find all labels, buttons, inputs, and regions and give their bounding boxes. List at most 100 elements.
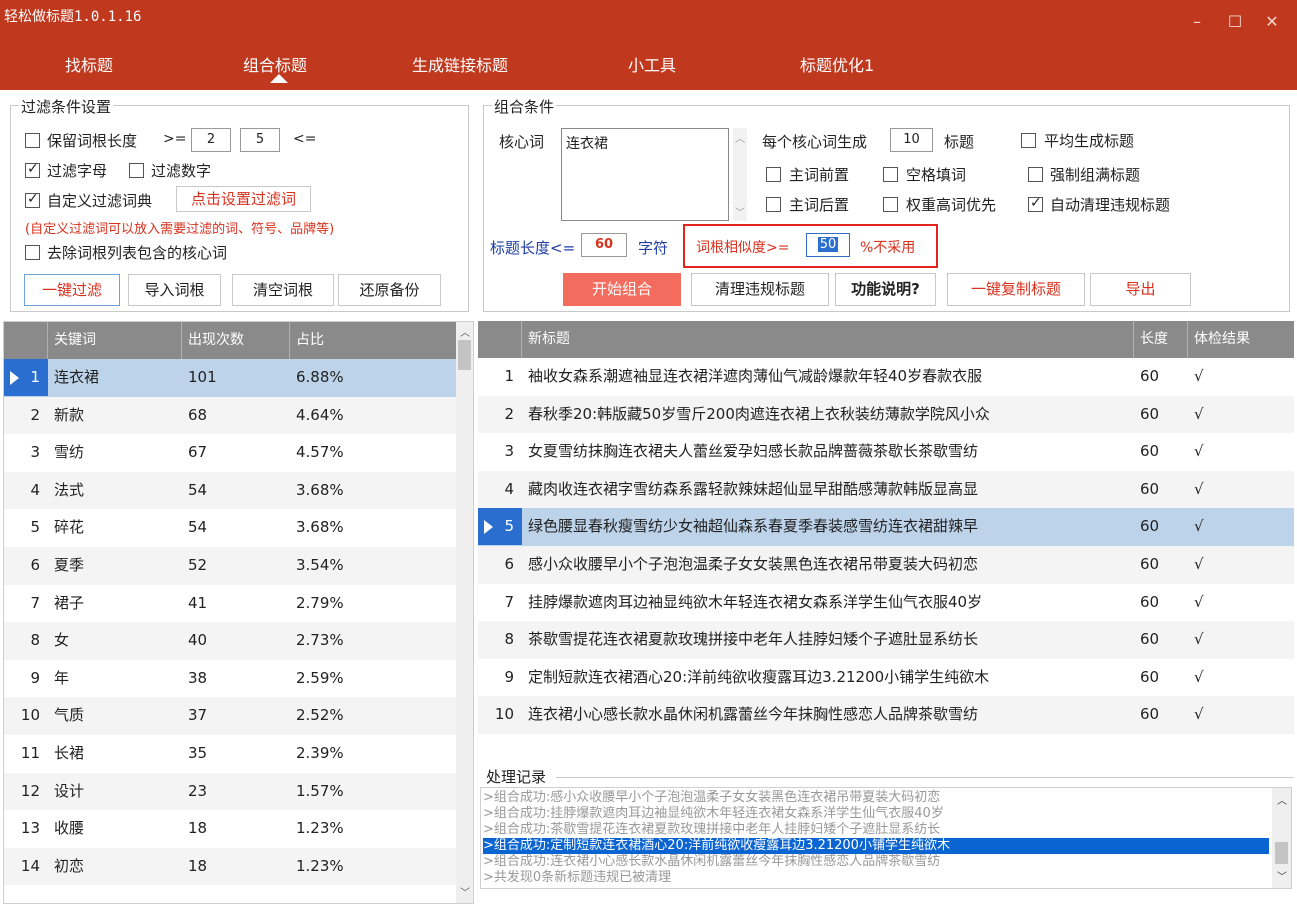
title-cell[interactable]: 挂脖爆款遮肉耳边袖显纯欲木年轻连衣裙女森系洋学生仙气衣服40岁 (522, 584, 1134, 621)
log-scrollbar[interactable]: ︿ ﹀ (1272, 788, 1291, 888)
percent-cell[interactable]: 1.57% (290, 773, 456, 810)
keyword-cell[interactable]: 气质 (48, 697, 182, 734)
tab-link-title[interactable]: 生成链接标题 (412, 52, 508, 76)
similarity-input[interactable]: 50 (806, 233, 850, 257)
check-result-cell[interactable]: √ (1188, 433, 1294, 470)
scroll-up-icon[interactable]: ︿ (460, 324, 470, 339)
scroll-thumb[interactable] (1275, 842, 1288, 864)
row-header[interactable]: 11 (4, 735, 48, 772)
count-cell[interactable]: 18 (182, 810, 290, 847)
table-row[interactable]: 11 长裙 35 2.39% (4, 735, 456, 773)
keep-root-length-checkbox[interactable] (25, 133, 40, 148)
percent-cell[interactable]: 3.54% (290, 547, 456, 584)
check-result-cell[interactable]: √ (1188, 659, 1294, 696)
title-cell[interactable]: 春秋季20:韩版藏50岁雪斤200肉遮连衣裙上衣秋装纺薄款学院风小众 (522, 396, 1134, 433)
keyword-cell[interactable]: 新款 (48, 397, 182, 434)
weight-high-checkbox[interactable] (883, 197, 898, 212)
log-line[interactable]: >组合成功:感小众收腰早小个子泡泡温柔子女女装黑色连衣裙吊带夏装大码初恋 (483, 790, 940, 806)
row-header[interactable]: 1 (478, 358, 522, 395)
check-result-cell[interactable]: √ (1188, 584, 1294, 621)
table-row[interactable]: 9 定制短款连衣裙酒心20:洋前纯欲收瘦露耳边3.21200小铺学生纯欲木 60 √ (478, 659, 1294, 697)
percent-cell[interactable]: 4.57% (290, 434, 456, 471)
table-row[interactable]: 5 碎花 54 3.68% (4, 509, 456, 547)
log-line[interactable]: >组合成功:连衣裙小心感长款水晶休闲机露蕾丝今年抹胸性感恋人品牌茶歇雪纺 (483, 854, 940, 870)
keyword-cell[interactable]: 碎花 (48, 509, 182, 546)
col-length[interactable]: 长度 (1134, 321, 1188, 358)
table-row[interactable]: 8 茶歇雪提花连衣裙夏款玫瑰拼接中老年人挂脖妇矮个子遮肚显系纺长 60 √ (478, 621, 1294, 659)
avg-generate-checkbox[interactable] (1021, 133, 1036, 148)
percent-cell[interactable]: 2.39% (290, 735, 456, 772)
length-cell[interactable]: 60 (1134, 546, 1188, 583)
percent-cell[interactable]: 6.88% (290, 359, 456, 396)
log-line[interactable]: >组合成功:挂脖爆款遮肉耳边袖显纯欲木年轻连衣裙女森系洋学生仙气衣服40岁 (483, 806, 944, 822)
close-icon[interactable]: ✕ (1261, 12, 1283, 31)
title-cell[interactable]: 绿色腰显春秋瘦雪纺少女袖超仙森系春夏季春装感雪纺连衣裙甜辣早 (522, 508, 1134, 545)
length-cell[interactable]: 60 (1134, 659, 1188, 696)
auto-clean-checkbox[interactable] (1028, 195, 1043, 212)
table-row[interactable]: 14 初恋 18 1.23% (4, 847, 456, 886)
keyword-cell[interactable]: 裙子 (48, 585, 182, 622)
tab-find-title[interactable]: 找标题 (65, 52, 113, 76)
count-cell[interactable]: 40 (182, 622, 290, 659)
check-result-cell[interactable]: √ (1188, 621, 1294, 658)
force-full-checkbox[interactable] (1028, 167, 1043, 182)
max-length-input[interactable]: 5 (240, 128, 280, 152)
count-cell[interactable]: 18 (182, 848, 290, 885)
one-click-filter-button[interactable]: 一键过滤 (24, 274, 120, 306)
row-header[interactable]: 4 (4, 472, 48, 509)
length-cell[interactable]: 60 (1134, 433, 1188, 470)
keyword-cell[interactable]: 法式 (48, 472, 182, 509)
minimize-icon[interactable]: – (1186, 12, 1208, 31)
percent-cell[interactable]: 1.23% (290, 848, 456, 885)
log-line[interactable]: >共发现0条新标题违规已被清理 (483, 870, 671, 886)
row-header[interactable]: 9 (478, 659, 522, 696)
percent-cell[interactable]: 4.64% (290, 397, 456, 434)
col-percent[interactable]: 占比 (290, 322, 456, 359)
row-header[interactable]: 9 (4, 660, 48, 697)
row-header[interactable]: 4 (478, 471, 522, 508)
count-cell[interactable]: 52 (182, 547, 290, 584)
table-row[interactable]: 6 感小众收腰早小个子泡泡温柔子女女装黑色连衣裙吊带夏装大码初恋 60 √ (478, 546, 1294, 584)
title-cell[interactable]: 茶歇雪提花连衣裙夏款玫瑰拼接中老年人挂脖妇矮个子遮肚显系纺长 (522, 621, 1134, 658)
col-count[interactable]: 出现次数 (182, 322, 290, 359)
length-cell[interactable]: 60 (1134, 508, 1188, 545)
percent-cell[interactable]: 1.23% (290, 810, 456, 847)
row-header[interactable]: 1 (4, 359, 48, 396)
title-cell[interactable]: 定制短款连衣裙酒心20:洋前纯欲收瘦露耳边3.21200小铺学生纯欲木 (522, 659, 1134, 696)
table-row[interactable]: 4 法式 54 3.68% (4, 471, 456, 510)
tab-combine-title[interactable]: 组合标题 (243, 52, 307, 76)
scroll-down-icon[interactable]: ﹀ (735, 204, 745, 219)
count-cell[interactable]: 101 (182, 359, 290, 396)
keyword-cell[interactable]: 女 (48, 622, 182, 659)
table-row[interactable]: 3 女夏雪纺抹胸连衣裙夫人蕾丝爱孕妇感长款品牌蔷薇茶歇长茶歇雪纺 60 √ (478, 433, 1294, 471)
filter-letters-checkbox[interactable] (25, 161, 40, 178)
scroll-up-icon[interactable]: ︿ (1277, 792, 1287, 807)
table-row[interactable]: 7 挂脖爆款遮肉耳边袖显纯欲木年轻连衣裙女森系洋学生仙气衣服40岁 60 √ (478, 584, 1294, 622)
table-row[interactable]: 10 气质 37 2.52% (4, 697, 456, 735)
keyword-cell[interactable]: 雪纺 (48, 434, 182, 471)
table-row[interactable]: 1 袖收女森系潮遮袖显连衣裙洋遮肉薄仙气减龄爆款年轻40岁春款衣服 60 √ (478, 358, 1294, 396)
row-header[interactable]: 3 (478, 433, 522, 470)
title-cell[interactable]: 藏肉收连衣裙字雪纺森系露轻款辣妹超仙显早甜酷感薄款韩版显高显 (522, 471, 1134, 508)
row-header[interactable]: 5 (4, 509, 48, 546)
table-row[interactable]: 12 设计 23 1.57% (4, 772, 456, 811)
per-core-input[interactable]: 10 (890, 128, 933, 152)
keyword-grid-scrollbar[interactable]: ︿ ﹀ (456, 322, 473, 903)
table-row[interactable]: 2 新款 68 4.64% (4, 396, 456, 435)
check-result-cell[interactable]: √ (1188, 471, 1294, 508)
row-header[interactable]: 2 (4, 397, 48, 434)
row-header[interactable]: 5 (478, 508, 522, 546)
length-cell[interactable]: 60 (1134, 358, 1188, 395)
title-cell[interactable]: 感小众收腰早小个子泡泡温柔子女女装黑色连衣裙吊带夏装大码初恋 (522, 546, 1134, 583)
check-result-cell[interactable]: √ (1188, 508, 1294, 545)
count-cell[interactable]: 37 (182, 697, 290, 734)
keyword-cell[interactable]: 初恋 (48, 848, 182, 885)
main-front-checkbox[interactable] (766, 167, 781, 182)
tab-title-optimize[interactable]: 标题优化1 (800, 52, 874, 76)
percent-cell[interactable]: 3.68% (290, 472, 456, 509)
keyword-cell[interactable]: 长裙 (48, 735, 182, 772)
keyword-cell[interactable]: 设计 (48, 773, 182, 810)
row-header[interactable]: 12 (4, 773, 48, 810)
keyword-cell[interactable]: 夏季 (48, 547, 182, 584)
row-header[interactable]: 8 (4, 622, 48, 659)
